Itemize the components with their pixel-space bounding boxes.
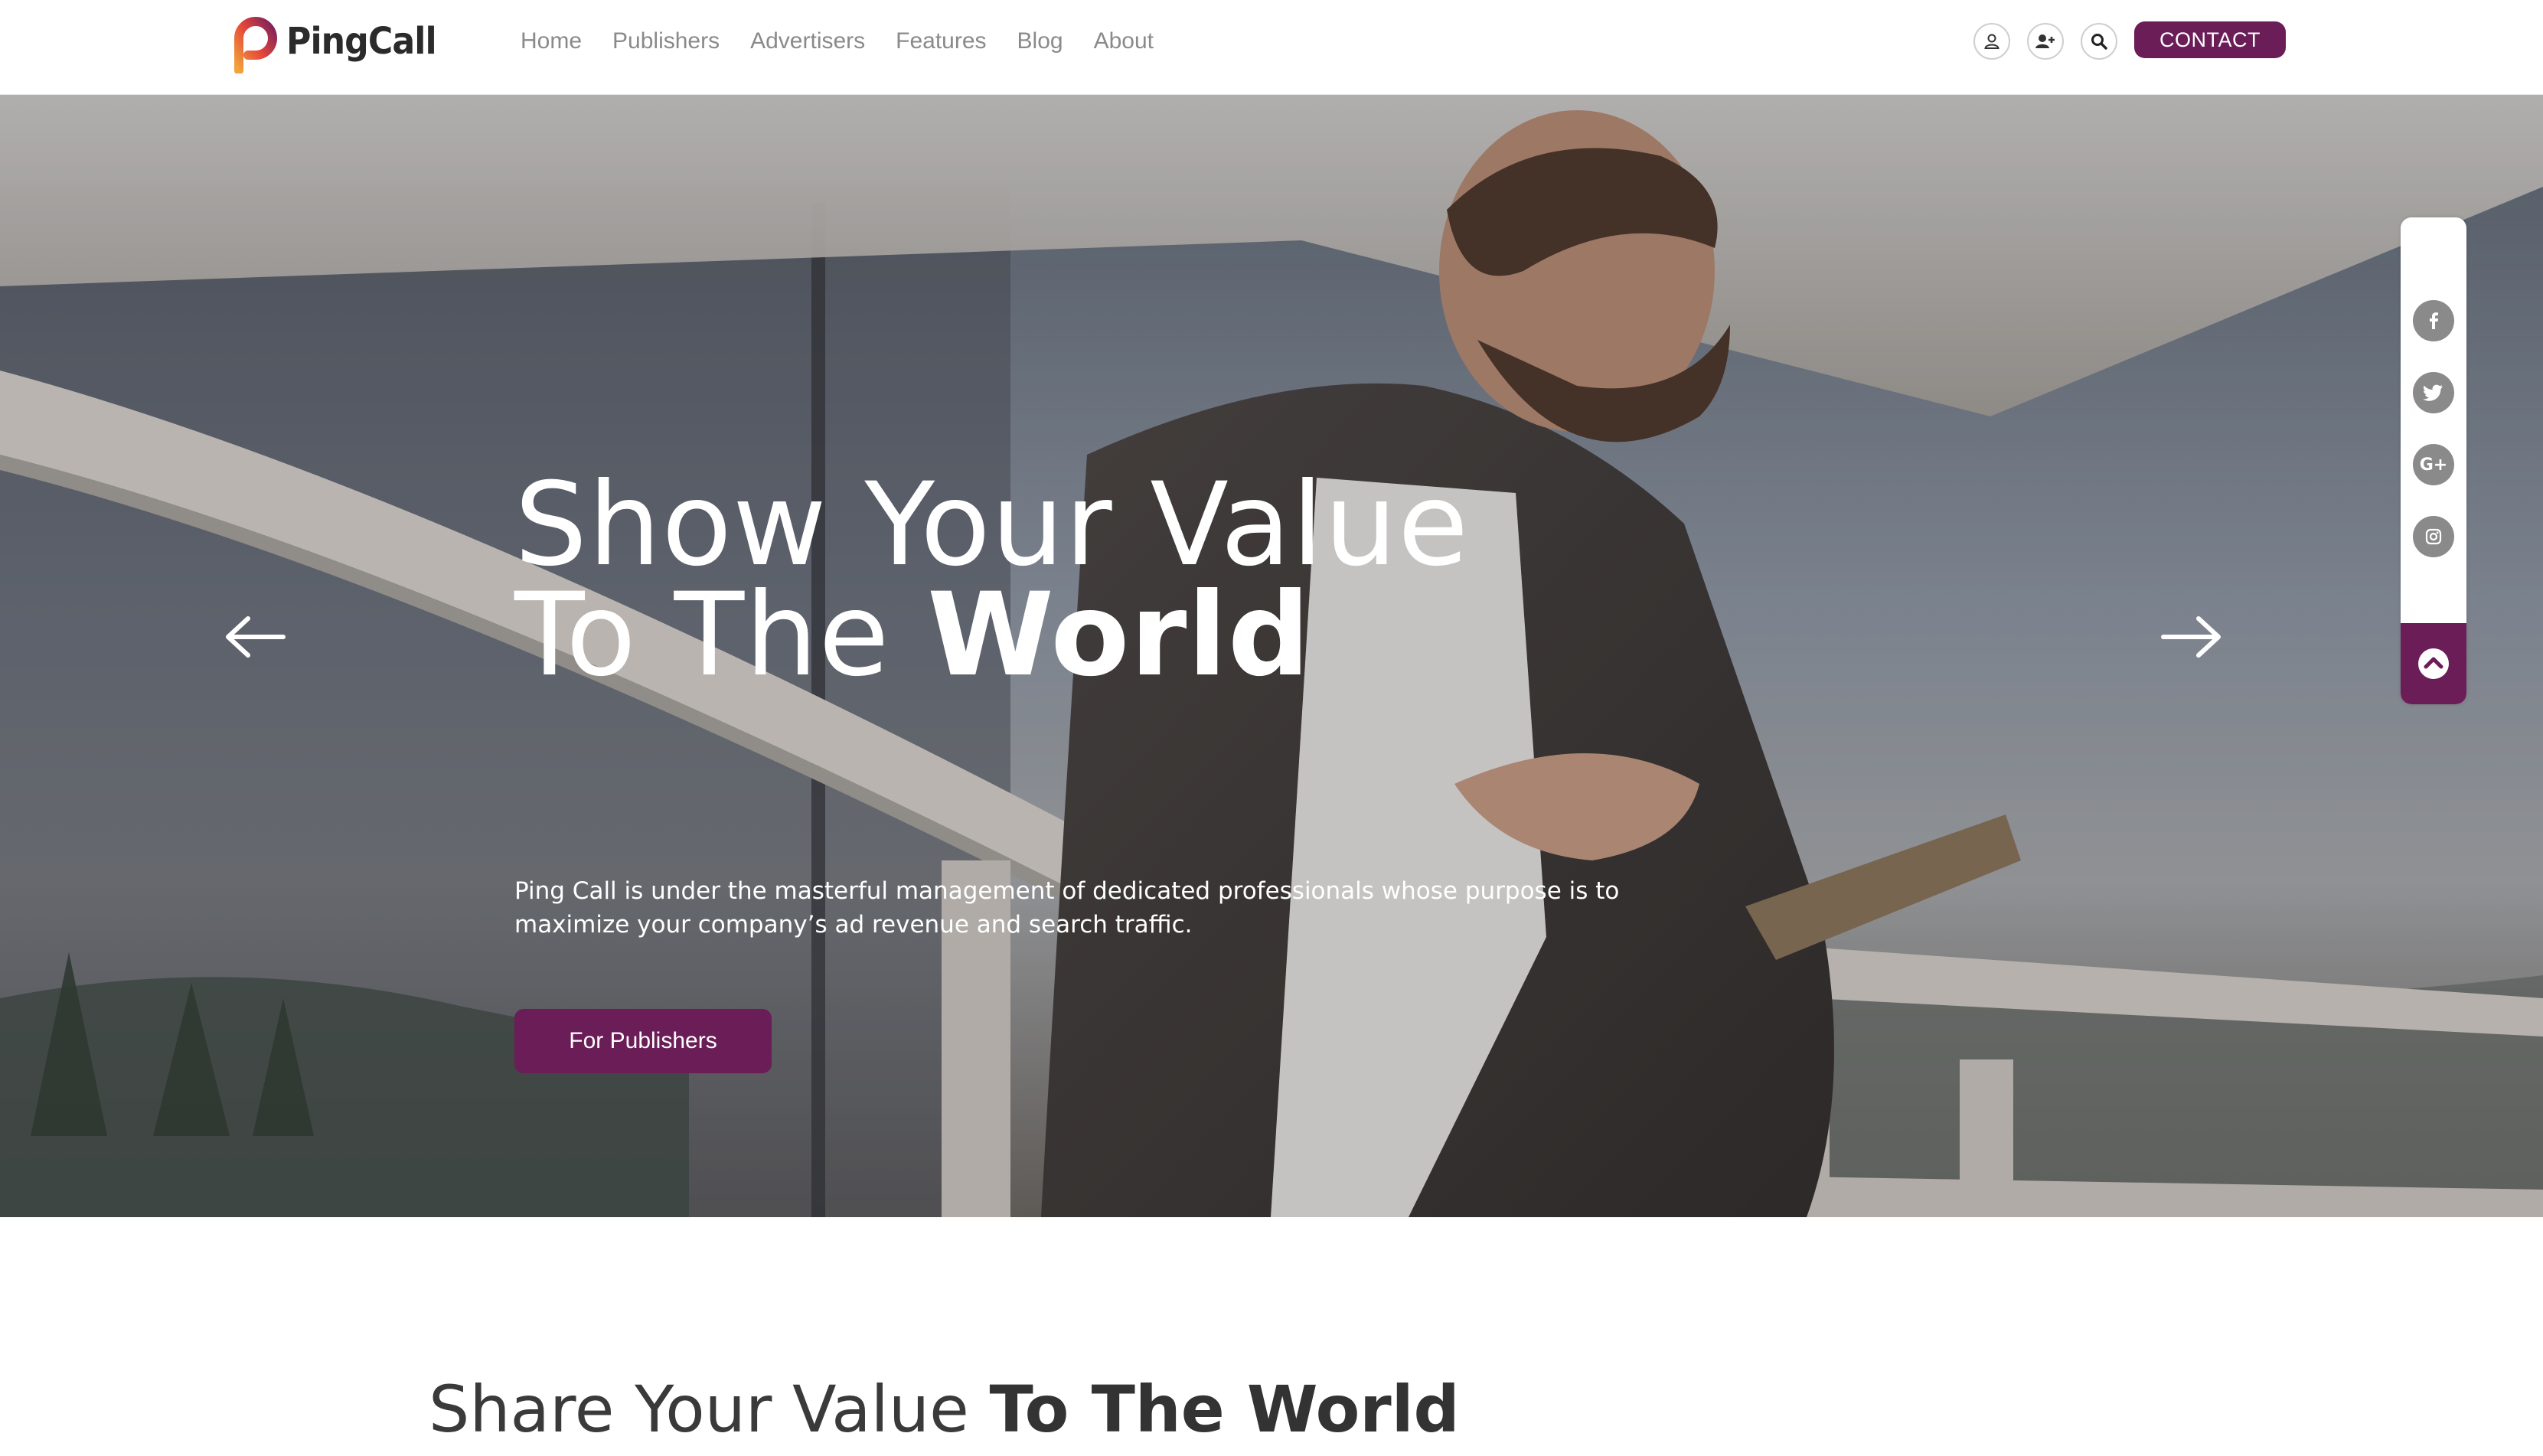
instagram-icon[interactable] [2413,516,2454,557]
contact-button[interactable]: CONTACT [2134,21,2286,58]
google-plus-icon[interactable]: G+ [2413,444,2454,485]
main-nav: Home Publishers Advertisers Features Blo… [521,0,1184,83]
search-icon [2091,34,2107,50]
arrow-right-icon[interactable] [2160,615,2223,658]
social-panel: G+ [2401,217,2466,704]
section-title-regular: Share Your Value [429,1372,990,1447]
hero-title-line-1: Show Your Value [514,459,1470,592]
search-button[interactable] [2081,23,2117,60]
account-button[interactable] [1973,23,2010,60]
section-title: Share Your Value To The World [429,1372,1460,1447]
user-icon [1984,34,1999,49]
brand-name: PingCall [286,20,437,63]
scroll-top-button[interactable] [2401,623,2466,704]
nav-blog[interactable]: Blog [1017,28,1063,54]
chevron-up-icon [2418,648,2449,679]
nav-advertisers[interactable]: Advertisers [750,28,865,54]
header-icon-group [1973,23,2134,60]
register-button[interactable] [2027,23,2064,60]
pingcall-logo-icon [234,17,277,73]
section-title-bold: To The World [989,1372,1460,1447]
twitter-icon[interactable] [2413,372,2454,413]
hero-title-bold: World [927,569,1311,702]
hero-title: Show Your Value To The World [514,459,1470,693]
logo[interactable]: PingCall [225,9,449,73]
hero-slider: Show Your Value To The World Ping Call i… [0,95,2543,1217]
hero-description: Ping Call is under the masterful managem… [514,877,1620,939]
nav-features[interactable]: Features [896,28,986,54]
nav-about[interactable]: About [1094,28,1154,54]
for-publishers-button[interactable]: For Publishers [514,1009,772,1073]
arrow-left-icon[interactable] [224,615,286,658]
hero-title-line-2: To The World [514,578,1469,693]
nav-home[interactable]: Home [521,28,582,54]
add-user-icon [2035,34,2055,48]
hero-title-regular: To The [514,569,928,702]
nav-publishers[interactable]: Publishers [612,28,720,54]
facebook-icon[interactable] [2413,300,2454,341]
site-header: PingCall Home Publishers Advertisers Fea… [0,0,2543,95]
